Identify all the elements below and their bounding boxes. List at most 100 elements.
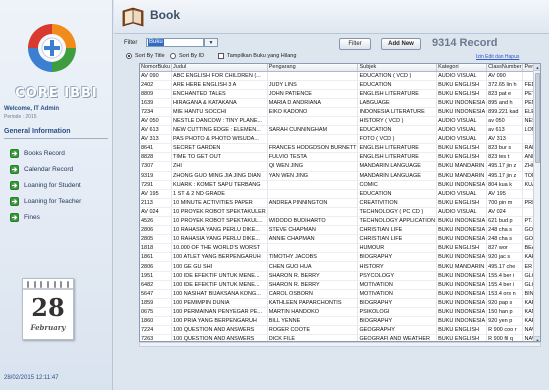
table-cell: TIMOTHY JACOBS xyxy=(267,252,359,263)
table-cell: 7263 xyxy=(140,334,173,341)
table-cell: NEW CUTTING EDGE : ELEMEN... xyxy=(171,125,268,136)
table-cell: BUKU INDONESIA xyxy=(436,271,488,281)
table-cell: BUKU INDONESIA xyxy=(436,307,488,318)
sidebar-item-books-record[interactable]: Books Record xyxy=(10,146,65,160)
filter-button[interactable]: Filter xyxy=(339,38,371,50)
table-row[interactable]: 8641 SECRET GARDEN FRANCES HODGDSON BURNET… xyxy=(140,143,535,154)
table-row[interactable]: 1860 100 PRIA YANG BERPENGARUH BILL YENNE B… xyxy=(140,316,535,327)
table-row[interactable]: 7224 100 QUESTION AND ANSWERS ROGER COOTE G… xyxy=(140,325,535,336)
sidebar-item-loaning-teacher[interactable]: Loaning for Teacher xyxy=(10,194,81,208)
horizontal-scrollbar[interactable] xyxy=(139,342,541,347)
section-title: General Information xyxy=(4,128,71,135)
table-cell: BUKU INDONESIA xyxy=(436,225,488,236)
table-cell: 495.17 jin z xyxy=(486,161,524,172)
table-row[interactable]: AV 313 PAS PHOTO & PHOTO WISUDA... FOTO ( … xyxy=(140,134,535,145)
table-cell: AV 195 xyxy=(140,189,173,199)
table-row[interactable]: 9319 ZHONG GUO MING JIA JING DIAN YAN WEN … xyxy=(140,171,535,181)
table-cell: STEVE CHAPMAN xyxy=(267,225,359,236)
table-row[interactable]: 0675 100 PERMAINAN PENYEGAR PE... MARTIN H… xyxy=(140,307,535,318)
table-row[interactable]: 7234 MIE HANTU SOCCHI EIKO KADONO INDONESIA… xyxy=(140,107,535,117)
table-cell: BUKU INDONESIA xyxy=(436,316,488,327)
table-row[interactable]: 5647 100 NASIHAT BIJAKSANA KONG... CAROL O… xyxy=(140,289,535,299)
table-cell: 100 PEMIMPIN DUNIA xyxy=(171,298,268,308)
table-row[interactable]: 2805 10 RAHASIA YANG PERLU DIKE... ANNIE C… xyxy=(140,234,535,245)
table-row[interactable]: 1859 100 PEMIMPIN DUNIA KATHLEEN PAPARCHON… xyxy=(140,298,535,308)
table-cell: BUKU INDONESIA xyxy=(436,289,488,299)
column-header[interactable]: ClassNumber xyxy=(486,64,524,72)
table-cell: MANDARIN LANGUAGE xyxy=(357,171,438,181)
table-cell: TECHNOLOGY APPLICATION xyxy=(357,216,438,227)
radio-sort-by-title[interactable]: Sort By Title xyxy=(126,53,165,59)
table-cell: BUKU MANDARIN xyxy=(436,261,488,272)
table-row[interactable]: 2113 10 MINUTE ACTIVITIES PAPER ANDREA PIN… xyxy=(140,198,535,208)
table-cell: CHRISTIAN LIFE xyxy=(357,225,438,236)
table-row[interactable]: 1639 HIRAGANA & KATAKANA MARIA D ANDRIANA L… xyxy=(140,98,535,108)
table-row[interactable]: AV 195 1 ST & 2 ND GRADE EDUCATION AUDIO VI… xyxy=(140,189,535,199)
column-header[interactable]: Kategori xyxy=(436,64,488,72)
table-cell: av 050 xyxy=(486,116,524,127)
books-table[interactable]: NomorBuku Judul Pengarang Subjek Kategori Cla… xyxy=(139,63,541,342)
table-cell: AV 024 xyxy=(486,207,524,218)
table-cell: 100 QUESTION AND ANSWERS xyxy=(171,334,268,341)
table-cell: 827 wor xyxy=(486,243,524,254)
table-cell: FOTO ( VCD ) xyxy=(357,134,438,145)
table-row[interactable]: 1818 10.000 OF THE WORLD'S WORST HUMOUR BUK… xyxy=(140,243,535,254)
table-cell: BUKU MANDARIN xyxy=(436,161,488,172)
table-row[interactable]: 8828 TIME TO GET OUT FULVIO TESTA ENGLISH L… xyxy=(140,152,535,163)
table-cell: 920 yen p xyxy=(486,316,524,327)
table-cell: KUARK : KOMET SAPU TERBANG xyxy=(171,180,268,190)
column-header[interactable]: Subjek xyxy=(357,64,438,72)
table-row[interactable]: AV 050 NESTLE DANCOW : TINY PLANE... HISTO… xyxy=(140,116,535,127)
checkbox-show-lost[interactable]: Tampilkan Buku yang Hilang xyxy=(218,53,296,59)
column-header[interactable]: Judul xyxy=(171,64,268,72)
table-cell: AV 613 xyxy=(140,125,173,136)
sidebar-item-loaning-student[interactable]: Loaning for Student xyxy=(10,178,81,192)
table-row[interactable]: 7263 100 QUESTION AND ANSWERS DICK FILE GEO… xyxy=(140,334,535,341)
table-cell: ZHI xyxy=(171,161,268,172)
table-cell xyxy=(267,189,359,199)
scroll-up-icon[interactable]: ▲ xyxy=(534,64,540,71)
period-text: Periode : 2015 xyxy=(4,114,37,120)
table-cell: ENGLISH LITERATURE xyxy=(357,152,438,163)
table-cell: 2402 xyxy=(140,80,173,90)
table-cell: AV 313 xyxy=(140,134,173,145)
table-cell: YAN WEN JING xyxy=(267,171,359,181)
table-cell: HIRAGANA & KATAKANA xyxy=(171,98,268,108)
table-row[interactable]: 6482 100 IDE EFEKTIF UNTUK MENE... SHARON … xyxy=(140,280,535,290)
table-cell: BUKU INDONESIA xyxy=(436,216,488,227)
table-cell: PAS PHOTO & PHOTO WISUDA... xyxy=(171,134,268,145)
table-row[interactable]: 2806 10 RAHASIA YANG PERLU DIKE... STEVE C… xyxy=(140,225,535,236)
scrollbar-thumb[interactable] xyxy=(535,73,540,163)
vertical-scrollbar[interactable]: ▲ ▼ xyxy=(533,64,540,341)
table-cell: TIME TO GET OUT xyxy=(171,152,268,163)
table-cell: 920 pap s xyxy=(486,298,524,308)
add-new-button[interactable]: Add New xyxy=(381,38,421,50)
table-row[interactable]: 2402 ARE HERE ENGLISH 3 A JUDY LINS EDUCATI… xyxy=(140,80,535,90)
table-row[interactable]: 7307 ZHI QI WEN JING MANDARIN LANGUAGE BUKU … xyxy=(140,161,535,172)
record-count: 9314 Record xyxy=(432,37,498,49)
table-cell: 823 bur s xyxy=(486,143,524,154)
radio-sort-by-id[interactable]: Sort By ID xyxy=(170,53,204,59)
edit-permission-link[interactable]: Izin Edit dan Hapus xyxy=(476,54,519,60)
table-cell: 10.000 OF THE WORLD'S WORST xyxy=(171,243,268,254)
table-row[interactable]: 1951 100 IDE EFEKTIF UNTUK MENE... SHARON … xyxy=(140,271,535,281)
table-row[interactable]: AV 090 ABC ENGLISH FOR CHILDREN (... EDUCA… xyxy=(140,71,535,81)
table-cell: DICK FILE xyxy=(267,334,359,341)
column-header[interactable]: Pengarang xyxy=(267,64,359,72)
column-header[interactable]: NomorBuku xyxy=(140,64,173,72)
arrow-right-icon xyxy=(10,148,19,158)
table-row[interactable]: 1861 100 ATLET YANG BERPENGARUH TIMOTHY JA… xyxy=(140,252,535,263)
table-row[interactable]: 4526 10 PROYEK ROBOT SPEKTAKUL... WIDODO B… xyxy=(140,216,535,227)
table-cell: BUKU INDONESIA xyxy=(436,180,488,190)
table-row[interactable]: 2806 100 GE GU SHI CHEN GUO HUA HISTORY BUKU… xyxy=(140,261,535,272)
table-row[interactable]: 7291 KUARK : KOMET SAPU TERBANG COMIC BUKU … xyxy=(140,180,535,190)
table-row[interactable]: AV 024 10 PROYEK ROBOT SPEKTAKULER TECHNOL… xyxy=(140,207,535,218)
table-row[interactable]: AV 613 NEW CUTTING EDGE : ELEMEN... SARAH … xyxy=(140,125,535,136)
filter-dropdown[interactable]: ▼ xyxy=(204,38,218,47)
table-cell: BUKU ENGLISH xyxy=(436,243,488,254)
arrow-right-icon xyxy=(10,212,19,222)
table-row[interactable]: 8809 ENCHANTED TALES JOHN PATIENCE ENGLISH … xyxy=(140,89,535,99)
table-cell: HISTORY xyxy=(357,261,438,272)
sidebar-item-fines[interactable]: Fines xyxy=(10,210,40,224)
sidebar-item-calendar-record[interactable]: Calendar Record xyxy=(10,162,73,176)
